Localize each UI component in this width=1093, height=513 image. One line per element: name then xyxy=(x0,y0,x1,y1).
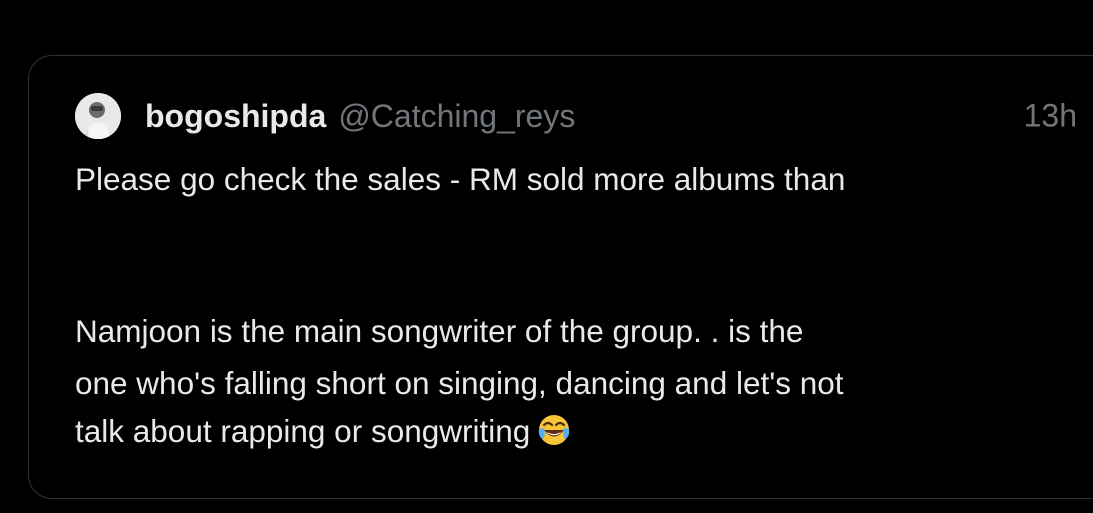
tweet-text-line-3: one who's falling short on singing, danc… xyxy=(75,365,844,401)
quoted-tweet-card[interactable]: bogoshipda @Catching_reys 13h Please go … xyxy=(28,55,1093,499)
tweet-text-line-1: Please go check the sales - RM sold more… xyxy=(75,161,846,197)
avatar-image-icon xyxy=(75,93,121,139)
display-name[interactable]: bogoshipda xyxy=(145,98,326,135)
timestamp[interactable]: 13h xyxy=(1024,98,1077,135)
avatar[interactable] xyxy=(75,93,121,139)
tweet-text-line-4: talk about rapping or songwriting xyxy=(75,410,1075,452)
tweet-header: bogoshipda @Catching_reys 13h xyxy=(75,92,1077,140)
tweet-text-line-4-label: talk about rapping or songwriting xyxy=(75,413,531,449)
tweet-text-line-2: Namjoon is the main songwriter of the gr… xyxy=(75,313,804,349)
user-handle[interactable]: @Catching_reys xyxy=(338,98,575,135)
face-with-tears-of-joy-icon xyxy=(536,412,572,448)
